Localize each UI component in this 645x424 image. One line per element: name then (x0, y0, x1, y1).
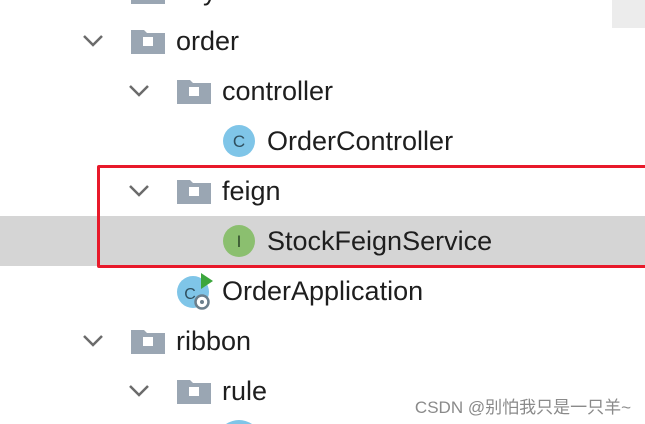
folder-icon (177, 80, 211, 104)
chevron-down-icon[interactable] (128, 84, 150, 98)
run-class-icon: C (177, 273, 213, 310)
annotation-highlight-box (97, 165, 645, 268)
tree-item-label: OrderController (267, 126, 454, 156)
tree-item-order[interactable]: order (0, 16, 645, 66)
chevron-down-icon[interactable] (82, 34, 104, 48)
class-c-icon: C (223, 125, 255, 157)
scrollbar-thumb[interactable] (612, 0, 645, 28)
tree-item-orderapplication[interactable]: C OrderApplication (0, 266, 645, 316)
chevron-down-icon[interactable] (128, 384, 150, 398)
tree-item-label: zzy (176, 0, 217, 16)
folder-icon (131, 0, 165, 4)
tree-item-ordercontroller[interactable]: C OrderController (0, 116, 645, 166)
class-icon-letter: C (184, 286, 196, 303)
tree-item-zzy[interactable]: zzy (0, 0, 645, 16)
tree-item-controller[interactable]: controller (0, 66, 645, 116)
tree-item-label: OrderApplication (222, 276, 424, 306)
tree-item-label: controller (222, 76, 334, 106)
partial-class-icon (226, 420, 252, 424)
watermark-text: CSDN @别怕我只是一只羊~ (414, 398, 631, 417)
tree-item-label: order (176, 26, 240, 56)
tree-item-ribbon[interactable]: ribbon (0, 316, 645, 366)
tree-item-label: ribbon (176, 326, 252, 356)
folder-icon (131, 30, 165, 54)
chevron-down-icon[interactable] (82, 334, 104, 348)
class-icon-letter: C (233, 132, 245, 151)
folder-icon (131, 330, 165, 354)
folder-icon (177, 380, 211, 404)
tree-item-label: rule (222, 376, 268, 406)
